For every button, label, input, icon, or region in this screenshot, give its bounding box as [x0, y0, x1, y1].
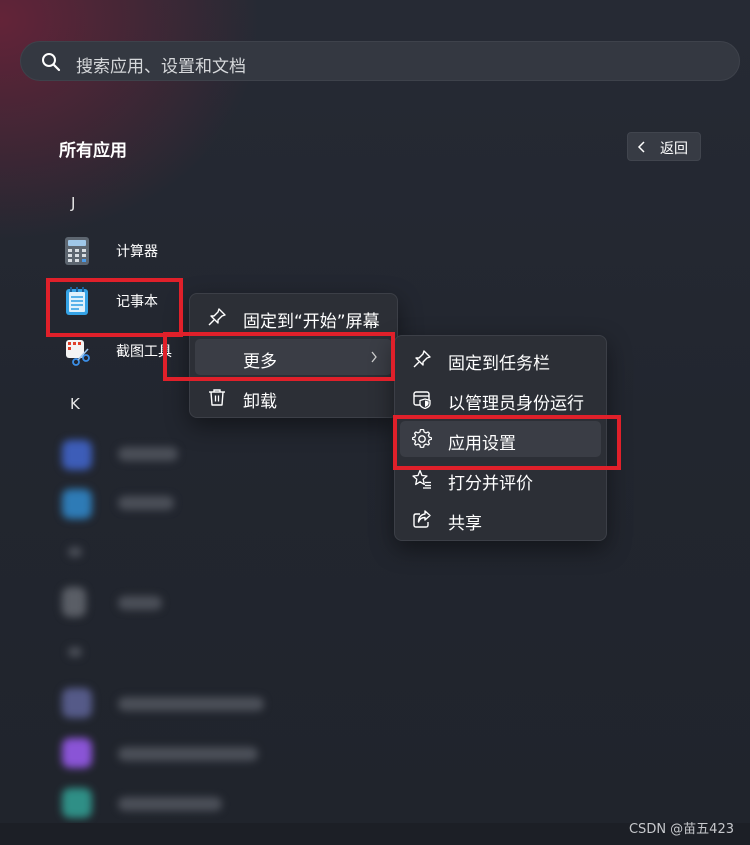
back-button-label: 返回 — [660, 141, 688, 157]
admin-shield-icon — [413, 391, 431, 409]
blurred-app-icon — [62, 489, 92, 519]
highlight-app-settings — [393, 415, 621, 470]
star-rate-icon — [412, 469, 431, 489]
submenu-item-label: 固定到任务栏 — [448, 354, 550, 374]
watermark: CSDN @苗五423 — [628, 822, 734, 837]
chevron-left-icon — [637, 141, 645, 153]
blurred-app-icon — [62, 440, 92, 470]
blurred-app-icon — [62, 738, 92, 768]
pin-icon — [208, 308, 226, 326]
blurred-app-icon — [62, 788, 92, 818]
app-calculator[interactable]: 计算器 — [60, 232, 280, 272]
group-letter-j: J — [71, 194, 76, 212]
blurred-app-name — [118, 496, 174, 510]
menu-item-label: 固定到“开始”屏幕 — [243, 312, 380, 332]
blurred-app-name — [118, 447, 178, 461]
search-box[interactable]: 搜索应用、设置和文档 — [20, 41, 740, 81]
share-icon — [413, 510, 431, 528]
menu-item-uninstall[interactable]: 卸载 — [195, 379, 392, 415]
submenu-item-label: 以管理员身份运行 — [448, 394, 584, 414]
blurred-letter — [68, 647, 82, 657]
blurred-app-name — [118, 596, 162, 610]
submenu-item-share[interactable]: 共享 — [400, 501, 601, 537]
submenu-item-run-as-admin[interactable]: 以管理员身份运行 — [400, 381, 601, 417]
submenu-item-pin-to-taskbar[interactable]: 固定到任务栏 — [400, 341, 601, 377]
blurred-app-name — [118, 697, 264, 711]
blurred-app-icon — [62, 688, 92, 718]
group-letter-k: K — [70, 395, 80, 413]
highlight-more — [163, 332, 395, 381]
highlight-notepad — [46, 278, 183, 337]
all-apps-title: 所有应用 — [59, 141, 127, 161]
search-placeholder: 搜索应用、设置和文档 — [76, 57, 246, 77]
start-menu-all-apps: 搜索应用、设置和文档 所有应用 返回 J 计算器 记事本 截图工具 K 固定到“… — [0, 0, 750, 845]
submenu-item-label: 打分并评价 — [448, 474, 533, 494]
snipping-tool-icon — [66, 340, 90, 366]
pin-icon — [413, 350, 431, 368]
blurred-app-name — [118, 797, 222, 811]
app-name-calculator: 计算器 — [116, 244, 158, 260]
blurred-app-icon — [62, 587, 86, 617]
submenu-item-label: 共享 — [448, 514, 482, 534]
menu-item-pin-to-start[interactable]: 固定到“开始”屏幕 — [195, 299, 392, 335]
back-button[interactable]: 返回 — [627, 132, 701, 161]
blurred-letter — [68, 547, 82, 557]
calculator-icon — [65, 237, 89, 265]
trash-icon — [209, 389, 225, 406]
blurred-app-name — [118, 747, 258, 761]
search-icon — [42, 53, 61, 72]
menu-item-label: 卸载 — [243, 392, 277, 412]
